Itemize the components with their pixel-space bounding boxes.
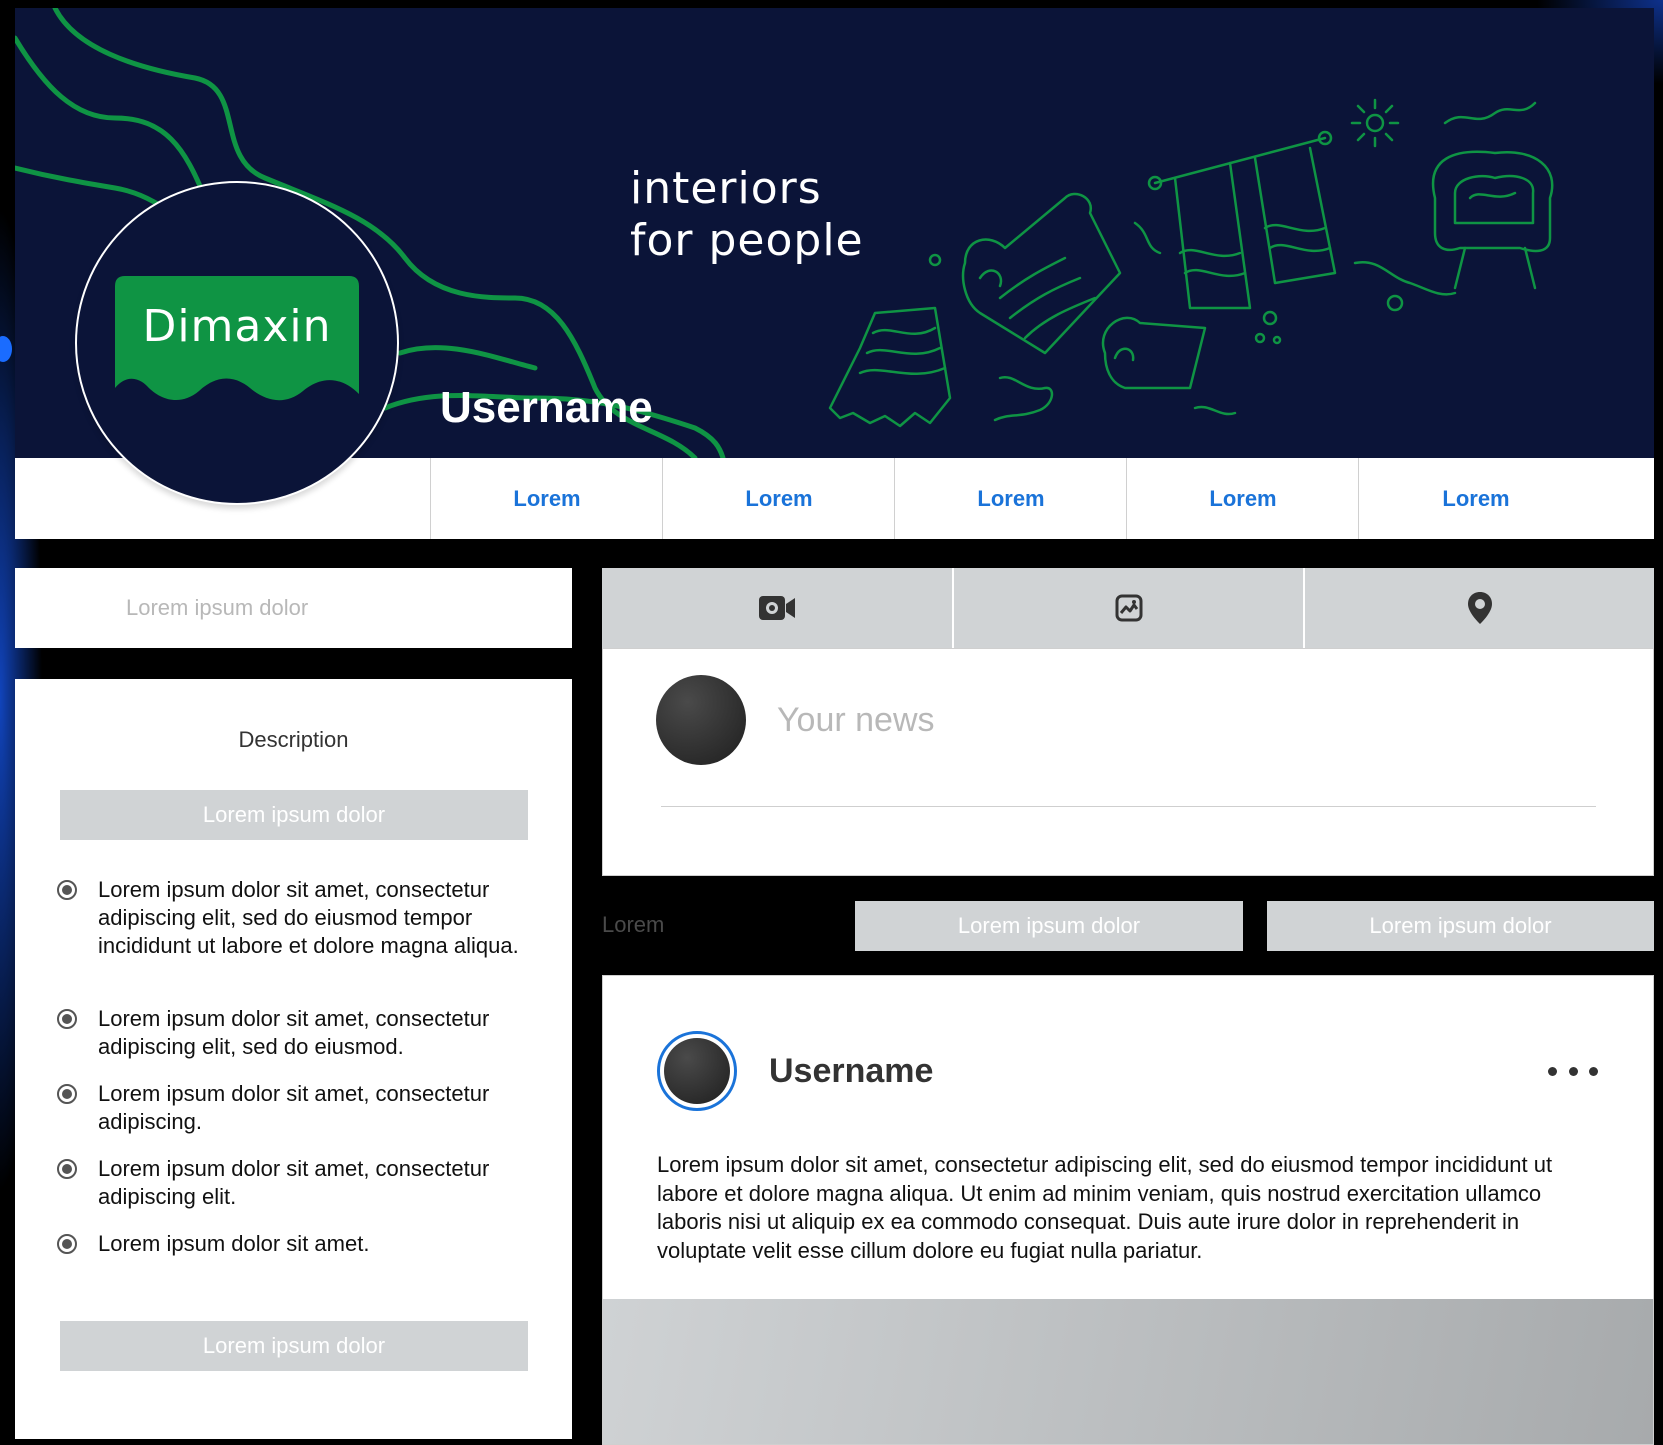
list-item-text: Lorem ipsum dolor sit amet. <box>98 1231 370 1256</box>
post-image <box>603 1299 1653 1444</box>
radio-bullet-icon <box>57 1234 77 1254</box>
profile-avatar[interactable]: Dimaxin <box>75 181 399 505</box>
nav-tab-4[interactable]: Lorem <box>1126 458 1359 539</box>
composer-avatar <box>656 675 746 765</box>
add-video-button[interactable] <box>602 568 952 648</box>
nav-tab-1[interactable]: Lorem <box>430 458 663 539</box>
search-box <box>15 568 572 648</box>
search-input[interactable] <box>15 568 572 648</box>
filter-label: Lorem <box>602 912 665 937</box>
logo-text: Dimaxin <box>142 301 332 352</box>
profile-username: Username <box>440 383 653 432</box>
nav-tab-5[interactable]: Lorem <box>1358 458 1593 539</box>
composer-divider <box>661 806 1596 807</box>
add-location-button[interactable] <box>1305 568 1654 648</box>
more-options-icon[interactable] <box>1548 1056 1598 1086</box>
news-input[interactable] <box>775 694 1599 746</box>
feed-post: Username Lorem ipsum dolor sit amet, con… <box>602 975 1654 1445</box>
description-top-button[interactable]: Lorem ipsum dolor <box>60 790 528 840</box>
description-bottom-button[interactable]: Lorem ipsum dolor <box>60 1321 528 1371</box>
post-author-username[interactable]: Username <box>769 1052 933 1091</box>
video-camera-icon <box>759 596 795 620</box>
post-author-avatar[interactable] <box>657 1031 737 1111</box>
add-image-button[interactable] <box>954 568 1303 648</box>
post-media-bar <box>602 568 1654 648</box>
radio-bullet-icon <box>57 1009 77 1029</box>
radio-bullet-icon <box>57 1084 77 1104</box>
tagline-line2: for people <box>630 215 864 266</box>
radio-bullet-icon <box>57 880 77 900</box>
description-title: Description <box>238 727 349 752</box>
list-item-text: Lorem ipsum dolor sit amet, consectetur … <box>98 1006 490 1059</box>
list-item-text: Lorem ipsum dolor sit amet, consectetur … <box>98 1081 490 1134</box>
filter-button-2[interactable]: Lorem ipsum dolor <box>1267 901 1654 951</box>
filter-button-1[interactable]: Lorem ipsum dolor <box>855 901 1243 951</box>
radio-bullet-icon <box>57 1159 77 1179</box>
image-icon <box>1115 594 1142 622</box>
post-body-text: Lorem ipsum dolor sit amet, consectetur … <box>657 1152 1553 1263</box>
list-item-text: Lorem ipsum dolor sit amet, consectetur … <box>98 877 519 958</box>
tagline-line1: interiors <box>630 163 822 214</box>
banner-tagline: interiors for people <box>630 163 864 267</box>
nav-tab-3[interactable]: Lorem <box>894 458 1127 539</box>
news-composer <box>602 648 1654 876</box>
nav-tab-2[interactable]: Lorem <box>662 458 895 539</box>
location-pin-icon <box>1467 592 1492 624</box>
list-item-text: Lorem ipsum dolor sit amet, consectetur … <box>98 1156 490 1209</box>
description-card: Description Lorem ipsum dolor Lorem ipsu… <box>15 679 572 1439</box>
